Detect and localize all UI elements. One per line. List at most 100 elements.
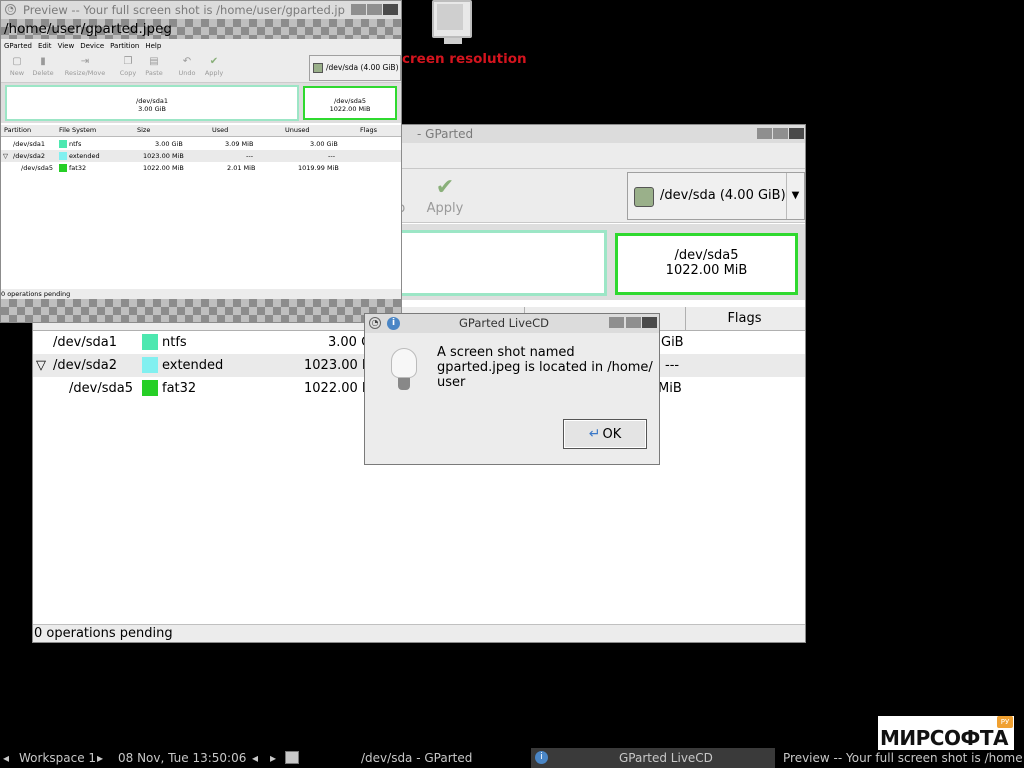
table-row[interactable]: /dev/sda5 fat32 1022.00 MiB 2.01 MiB 101… [1, 162, 401, 174]
minimize-button[interactable] [609, 317, 624, 328]
maximize-button[interactable] [773, 128, 788, 139]
partition-block-sda1-size: 3.00 GiB [138, 105, 166, 113]
close-button[interactable] [789, 128, 804, 139]
paste-label: Paste [145, 69, 163, 77]
screen-resolution-desktop-icon[interactable] [432, 0, 474, 48]
menu-edit[interactable]: Edit [35, 39, 55, 53]
new-icon: ▢ [12, 56, 22, 67]
mirsofta-watermark-logo: МИРСОФТА РУ [878, 716, 1014, 750]
fs-color-swatch [142, 334, 158, 350]
table-row[interactable]: /dev/sda1 ntfs 3.00 GiB 3.09 MiB 3.00 Gi… [1, 138, 401, 150]
hard-disk-icon [634, 187, 654, 207]
row-filesystem: fat32 [69, 164, 87, 172]
resize-icon: ⇥ [80, 56, 90, 67]
task-gparted[interactable]: /dev/sda - GParted [361, 748, 472, 768]
table-row[interactable]: ▽ /dev/sda2 extended 1023.00 MiB --- --- [1, 150, 401, 162]
info-icon: i [387, 317, 400, 330]
new-button[interactable]: ▢ New [7, 55, 27, 77]
row-used: --- [246, 152, 254, 160]
row-unused-fragment: MiB [658, 381, 682, 396]
paste-icon: ▤ [149, 56, 159, 67]
checkmark-icon: ✔ [209, 56, 219, 67]
close-button[interactable] [642, 317, 657, 328]
column-header-used[interactable]: Used [212, 125, 228, 136]
close-button[interactable] [383, 4, 398, 15]
resize-move-button[interactable]: ⇥ Resize/Move [63, 55, 107, 77]
fs-color-swatch [59, 140, 67, 148]
watermark-text: МИРСОФТА [880, 726, 1008, 750]
row-expander-icon[interactable]: ▽ [36, 354, 46, 377]
enter-arrow-icon: ↵ [588, 426, 601, 442]
row-unused-fragment: GiB [661, 335, 684, 350]
row-partition: /dev/sda1 [53, 335, 117, 350]
dialog-titlebar[interactable]: ◔ i GParted LiveCD [365, 314, 659, 333]
column-header-filesystem[interactable]: File System [59, 125, 96, 136]
window-menu-icon[interactable]: ◔ [5, 4, 16, 15]
partition-block-sda5[interactable]: /dev/sda5 1022.00 MiB [615, 233, 798, 295]
fs-color-swatch [142, 380, 158, 396]
column-header-size[interactable]: Size [137, 125, 150, 136]
partition-block-sda5-name: /dev/sda5 [334, 97, 366, 105]
row-partition: /dev/sda1 [13, 140, 45, 148]
task-prev-icon[interactable]: ◂ [252, 748, 258, 768]
dialog-title: GParted LiveCD [459, 316, 550, 330]
column-header-unused[interactable]: Unused [285, 125, 310, 136]
partition-table-header: Partition File System Size Used Unused F… [1, 125, 401, 137]
partition-block-sda1[interactable]: /dev/sda1 3.00 GiB [5, 85, 299, 121]
menu-device[interactable]: Device [77, 39, 107, 53]
workspace-switch-right-icon[interactable]: ▸ [97, 748, 103, 768]
row-filesystem: fat32 [162, 381, 197, 396]
column-header-flags[interactable]: Flags [360, 125, 377, 136]
copy-button[interactable]: ❐ Copy [117, 55, 139, 77]
dropdown-arrow-icon[interactable]: ▼ [786, 173, 804, 219]
undo-button[interactable]: ↶ Undo [177, 55, 197, 77]
fs-color-swatch [59, 164, 67, 172]
maximize-button[interactable] [367, 4, 382, 15]
delete-button[interactable]: ▮ Delete [31, 55, 55, 77]
task-dialog[interactable]: GParted LiveCD [619, 748, 713, 768]
apply-button[interactable]: ✔ Apply [203, 55, 225, 77]
menu-view[interactable]: View [55, 39, 78, 53]
preview-titlebar[interactable]: ◔ Preview -- Your full screen shot is /h… [1, 1, 401, 19]
undo-label: Undo [178, 69, 196, 77]
menu-help[interactable]: Help [142, 39, 164, 53]
ok-label: OK [602, 427, 622, 442]
task-preview[interactable]: Preview -- Your full screen shot is /hom… [783, 748, 1023, 768]
column-header-flags[interactable]: Flags [685, 307, 803, 330]
apply-button[interactable]: ✔ Apply [425, 175, 465, 216]
row-size: 3.00 GiB [155, 140, 183, 148]
preview-toolbar: ▢ New ▮ Delete ⇥ Resize/Move ❐ Copy ▤ Paste ↶… [1, 53, 401, 83]
copy-label: Copy [119, 69, 137, 77]
menu-gparted[interactable]: GParted [1, 39, 35, 53]
workspace-switch-left-icon[interactable]: ◂ [3, 748, 9, 768]
clock: 08 Nov, Tue 13:50:06 [118, 751, 247, 765]
workspace-label[interactable]: Workspace 1 [19, 748, 96, 768]
paste-button[interactable]: ▤ Paste [143, 55, 165, 77]
apply-label: Apply [426, 201, 464, 216]
minimize-button[interactable] [351, 4, 366, 15]
window-menu-icon[interactable]: ◔ [369, 317, 381, 329]
status-bar: 0 operations pending [33, 624, 805, 642]
hard-disk-icon [313, 63, 323, 73]
row-unused-fragment: --- [665, 358, 680, 373]
row-filesystem: ntfs [69, 140, 82, 148]
maximize-button[interactable] [626, 317, 641, 328]
resize-move-label: Resize/Move [64, 69, 106, 77]
copy-icon: ❐ [123, 56, 133, 67]
column-header-partition[interactable]: Partition [4, 125, 31, 136]
fs-color-swatch [59, 152, 67, 160]
row-unused: 3.00 GiB [310, 140, 338, 148]
partition-block-sda5[interactable]: /dev/sda5 1022.00 MiB [303, 86, 397, 120]
undo-icon: ↶ [182, 56, 192, 67]
show-desktop-icon[interactable] [285, 751, 299, 764]
menu-partition[interactable]: Partition [107, 39, 142, 53]
task-next-icon[interactable]: ▸ [270, 748, 276, 768]
device-selector[interactable]: /dev/sda (4.00 GiB) ▼ [627, 172, 805, 220]
device-selector[interactable]: /dev/sda (4.00 GiB) [309, 55, 401, 81]
minimize-button[interactable] [757, 128, 772, 139]
ok-button[interactable]: ↵ OK [563, 419, 647, 449]
row-expander-icon[interactable]: ▽ [3, 150, 8, 162]
row-partition: /dev/sda2 [53, 358, 117, 373]
row-used: 2.01 MiB [227, 164, 256, 172]
screen-resolution-label[interactable]: creen resolution [402, 51, 527, 67]
